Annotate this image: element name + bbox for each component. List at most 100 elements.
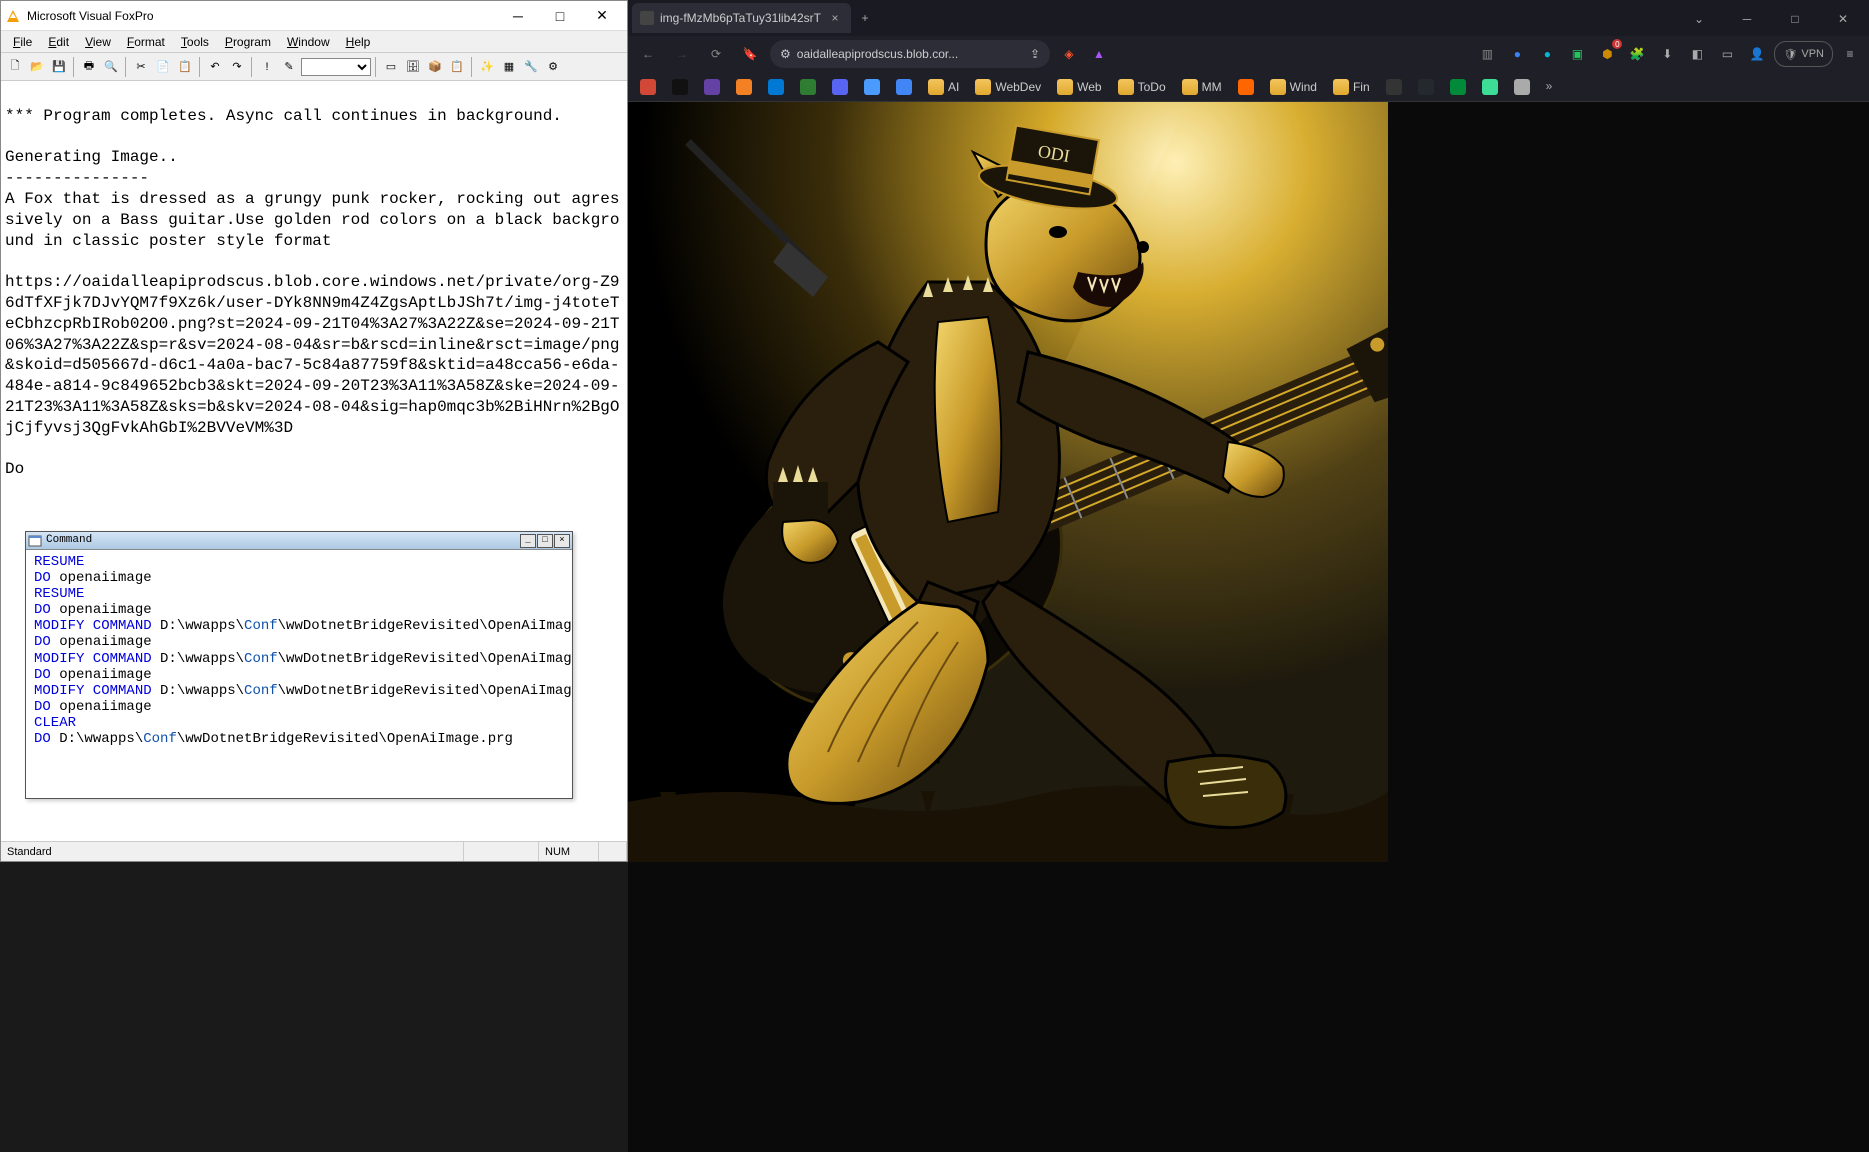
command-line[interactable]: RESUME — [34, 586, 564, 602]
menu-window[interactable]: Window — [279, 33, 338, 51]
bookmark-item[interactable]: MM — [1176, 75, 1228, 99]
bookmark-item[interactable]: AI — [922, 75, 965, 99]
shield-icon[interactable]: ⬢ — [1594, 41, 1620, 67]
bookmark-item[interactable] — [1380, 75, 1408, 99]
open-icon[interactable]: 📂 — [27, 57, 47, 77]
bookmark-item[interactable] — [794, 75, 822, 99]
command-titlebar[interactable]: Command _ □ × — [26, 532, 572, 550]
wizard-icon[interactable]: ✨ — [477, 57, 497, 77]
puzzle-icon[interactable]: 🧩 — [1624, 41, 1650, 67]
download-icon[interactable]: ⬇ — [1654, 41, 1680, 67]
copy-icon[interactable]: 📄 — [153, 57, 173, 77]
ext1-icon[interactable]: ▥ — [1474, 41, 1500, 67]
tab-close-icon[interactable]: × — [827, 10, 843, 26]
command-content[interactable]: RESUMEDO openaiimageRESUMEDO openaiimage… — [26, 550, 572, 798]
command-line[interactable]: MODIFY COMMAND D:\wwapps\Conf\wwDotnetBr… — [34, 683, 564, 699]
command-line[interactable]: DO openaiimage — [34, 667, 564, 683]
bookmark-item[interactable] — [730, 75, 758, 99]
form-icon[interactable]: ▭ — [381, 57, 401, 77]
brave-icon[interactable]: ◈ — [1056, 41, 1082, 67]
bookmark-item[interactable] — [698, 75, 726, 99]
bookmark-item[interactable] — [858, 75, 886, 99]
command-line[interactable]: CLEAR — [34, 715, 564, 731]
bookmark-item[interactable] — [1232, 75, 1260, 99]
menu-view[interactable]: View — [77, 33, 119, 51]
command-maximize-button[interactable]: □ — [537, 534, 553, 548]
paste-icon[interactable]: 📋 — [175, 57, 195, 77]
url-field[interactable]: ⚙ oaidalleapiprodscus.blob.cor... ⇪ — [770, 40, 1050, 68]
command-line[interactable]: DO openaiimage — [34, 699, 564, 715]
new-tab-button[interactable]: + — [851, 4, 879, 32]
menu-format[interactable]: Format — [119, 33, 173, 51]
command-line[interactable]: DO D:\wwapps\Conf\wwDotnetBridgeRevisite… — [34, 731, 564, 747]
forward-button[interactable]: → — [668, 40, 696, 68]
command-window[interactable]: Command _ □ × RESUMEDO openaiimageRESUME… — [25, 531, 573, 799]
builder-icon[interactable]: 🔧 — [521, 57, 541, 77]
rewards-icon[interactable]: ▲ — [1086, 41, 1112, 67]
ext4-icon[interactable]: ▣ — [1564, 41, 1590, 67]
ext3-icon[interactable]: ● — [1534, 41, 1560, 67]
run-icon[interactable]: ! — [257, 57, 277, 77]
command-line[interactable]: DO openaiimage — [34, 570, 564, 586]
new-icon[interactable]: 🗋 — [5, 57, 25, 77]
bookmark-item[interactable] — [762, 75, 790, 99]
bookmark-item[interactable] — [1444, 75, 1472, 99]
menu-edit[interactable]: Edit — [40, 33, 77, 51]
browser-tab[interactable]: img-fMzMb6pTaTuy31lib42srT × — [632, 3, 851, 33]
command-line[interactable]: DO openaiimage — [34, 602, 564, 618]
command-line[interactable]: MODIFY COMMAND D:\wwapps\Conf\wwDotnetBr… — [34, 651, 564, 667]
vpn-button[interactable]: 🛡 VPN — [1774, 41, 1833, 67]
modify-icon[interactable]: ✎ — [279, 57, 299, 77]
bookmark-item[interactable] — [1412, 75, 1440, 99]
menu-program[interactable]: Program — [217, 33, 279, 51]
save-icon[interactable]: 💾 — [49, 57, 69, 77]
sidepanel-icon[interactable]: ◧ — [1684, 41, 1710, 67]
bookmark-item[interactable]: Wind — [1264, 75, 1323, 99]
titlebar[interactable]: Microsoft Visual FoxPro ─ □ ✕ — [1, 1, 627, 31]
back-button[interactable]: ← — [634, 40, 662, 68]
bookmark-item[interactable]: Fin — [1327, 75, 1376, 99]
menu-icon[interactable]: ≡ — [1837, 41, 1863, 67]
bookmark-icon[interactable]: 🔖 — [736, 40, 764, 68]
command-line[interactable]: DO openaiimage — [34, 634, 564, 650]
bookmark-item[interactable]: ToDo — [1112, 75, 1172, 99]
bookmark-item[interactable]: » — [1540, 75, 1568, 99]
bookmark-item[interactable] — [890, 75, 918, 99]
bookmark-item[interactable] — [826, 75, 854, 99]
bookmark-item[interactable] — [666, 75, 694, 99]
bookmark-item[interactable] — [634, 75, 662, 99]
menu-tools[interactable]: Tools — [173, 33, 217, 51]
browser-minimize-button[interactable]: ─ — [1727, 4, 1767, 34]
command-close-button[interactable]: × — [554, 534, 570, 548]
class-icon[interactable]: 📦 — [425, 57, 445, 77]
bookmark-item[interactable]: WebDev — [969, 75, 1047, 99]
browser-maximize-button[interactable]: □ — [1775, 4, 1815, 34]
menu-file[interactable]: File — [5, 33, 40, 51]
command-line[interactable]: RESUME — [34, 554, 564, 570]
close-button[interactable]: ✕ — [581, 2, 623, 30]
site-info-icon[interactable]: ⚙ — [780, 47, 791, 61]
chevron-down-icon[interactable]: ⌄ — [1679, 4, 1719, 34]
bookmark-item[interactable]: Web — [1051, 75, 1107, 99]
minimize-button[interactable]: ─ — [497, 2, 539, 30]
redo-icon[interactable]: ↷ — [227, 57, 247, 77]
share-icon[interactable]: ⇪ — [1030, 47, 1040, 61]
print-icon[interactable]: 🖶 — [79, 57, 99, 77]
bookmark-item[interactable] — [1508, 75, 1536, 99]
combo-select[interactable] — [301, 58, 371, 76]
autoform-icon[interactable]: ▦ — [499, 57, 519, 77]
command-minimize-button[interactable]: _ — [520, 534, 536, 548]
maximize-button[interactable]: □ — [539, 2, 581, 30]
command-line[interactable]: MODIFY COMMAND D:\wwapps\Conf\wwDotnetBr… — [34, 618, 564, 634]
ext2-icon[interactable]: ● — [1504, 41, 1530, 67]
cut-icon[interactable]: ✂ — [131, 57, 151, 77]
bookmark-item[interactable] — [1476, 75, 1504, 99]
browser-close-button[interactable]: ✕ — [1823, 4, 1863, 34]
menu-help[interactable]: Help — [338, 33, 379, 51]
reload-button[interactable]: ⟳ — [702, 40, 730, 68]
preview-icon[interactable]: 🔍 — [101, 57, 121, 77]
report-icon[interactable]: 📋 — [447, 57, 467, 77]
undo-icon[interactable]: ↶ — [205, 57, 225, 77]
tools-icon[interactable]: ⚙ — [543, 57, 563, 77]
profile-icon[interactable]: 👤 — [1744, 41, 1770, 67]
